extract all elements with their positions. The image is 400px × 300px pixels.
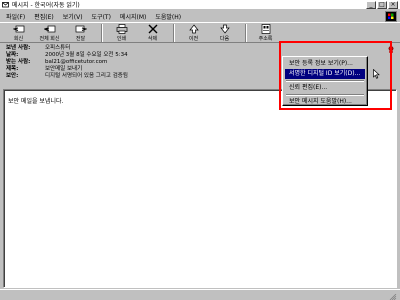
forward-icon xyxy=(75,24,87,34)
security-label: 보안: xyxy=(6,73,19,79)
menu-view[interactable]: 보기(V) xyxy=(63,12,83,21)
menu-edit[interactable]: 편집(E) xyxy=(34,12,54,21)
menu-file[interactable]: 파일(F) xyxy=(6,12,25,21)
to-value: bal21@officetutor.com xyxy=(45,59,108,65)
menu-item-view-signing-digital-id[interactable]: 서명한 디지털 ID 보기(D)... xyxy=(285,69,365,79)
reply-all-button[interactable]: 전체 회신 xyxy=(39,23,60,42)
menu-item-secure-message-help[interactable]: 보안 메시지 도움말(H)... xyxy=(285,97,365,107)
envelope-icon xyxy=(2,1,9,8)
printer-icon xyxy=(116,24,128,34)
minimize-button[interactable]: _ xyxy=(366,1,376,9)
arrow-up-icon xyxy=(188,24,200,34)
toolbar: 회신 전체 회신 전달 인쇄 삭제 이전 다음 주소록 xyxy=(0,22,400,43)
subject-label: 제목: xyxy=(6,66,19,72)
status-bar xyxy=(0,289,400,300)
from-label: 보낸 사람: xyxy=(6,45,31,51)
delete-button[interactable]: 삭제 xyxy=(142,23,163,42)
to-label: 받는 사람: xyxy=(6,59,31,65)
security-value: 디지털 서명되어 있음 그리고 검증됨 xyxy=(45,73,128,79)
reply-icon xyxy=(12,24,25,34)
menu-help[interactable]: 도움말(H) xyxy=(155,12,181,21)
from-value: 오피스튜터 xyxy=(45,45,71,51)
window-title: 메시지 - 한국어(자동 읽기) xyxy=(12,2,80,9)
reply-all-icon xyxy=(43,24,56,34)
message-body[interactable]: 보안 메일을 보냅니다. xyxy=(3,89,397,288)
menu-item-edit-trust[interactable]: 신뢰 편집(E)... xyxy=(285,83,365,93)
windows-logo-icon xyxy=(385,11,397,22)
menu-message[interactable]: 메시지(M) xyxy=(120,12,146,21)
menu-bar: 파일(F) 편집(E) 보기(V) 도구(T) 메시지(M) 도움말(H) xyxy=(0,10,400,22)
subject-value: 보안메일 보내기 xyxy=(45,66,83,72)
toolbar-separator xyxy=(173,24,175,42)
reply-button[interactable]: 회신 xyxy=(8,23,29,42)
delete-x-icon xyxy=(147,24,159,34)
maximize-button[interactable]: □ xyxy=(377,1,387,9)
menu-tools[interactable]: 도구(T) xyxy=(92,12,111,21)
menu-separator xyxy=(286,94,364,96)
mouse-pointer-icon xyxy=(373,68,380,79)
date-label: 날짜: xyxy=(6,52,19,58)
previous-button[interactable]: 이전 xyxy=(183,23,204,42)
title-bar: 메시지 - 한국어(자동 읽기) _ □ × xyxy=(0,0,400,10)
next-button[interactable]: 다음 xyxy=(214,23,235,42)
forward-button[interactable]: 전달 xyxy=(70,23,91,42)
close-button[interactable]: × xyxy=(388,1,398,9)
menu-separator xyxy=(286,80,364,82)
menu-item-view-security-properties[interactable]: 보안 등록 정보 보기(P)... xyxy=(285,59,365,69)
security-context-menu: 보안 등록 정보 보기(P)... 서명한 디지털 ID 보기(D)... 신뢰… xyxy=(282,56,368,106)
toolbar-separator xyxy=(101,24,103,42)
address-book-icon xyxy=(260,24,272,34)
date-value: 2000년 3월 8일 수요일 오전 5:34 xyxy=(45,52,128,58)
toolbar-separator xyxy=(245,24,247,42)
print-button[interactable]: 인쇄 xyxy=(111,23,132,42)
addresses-button[interactable]: 주소록 xyxy=(255,23,276,42)
arrow-down-icon xyxy=(219,24,231,34)
body-text: 보안 메일을 보냅니다. xyxy=(8,98,64,105)
resize-grip-icon[interactable] xyxy=(389,293,397,300)
